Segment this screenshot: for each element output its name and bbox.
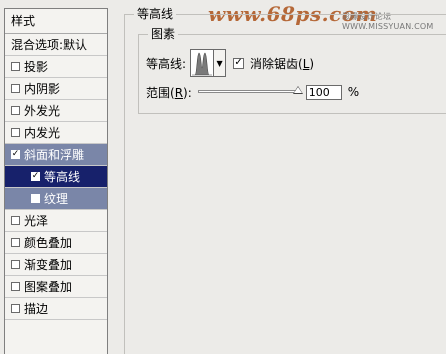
slider-thumb[interactable] bbox=[292, 86, 303, 94]
style-item-gradient-overlay[interactable]: 渐变叠加 bbox=[5, 254, 107, 276]
style-item-outer-glow[interactable]: 外发光 bbox=[5, 100, 107, 122]
style-item-label: 描边 bbox=[24, 301, 49, 316]
style-item-inner-shadow[interactable]: 内阴影 bbox=[5, 78, 107, 100]
style-checkbox[interactable] bbox=[11, 106, 20, 115]
style-item-label: 颜色叠加 bbox=[24, 235, 73, 250]
style-item-label: 渐变叠加 bbox=[24, 257, 73, 272]
style-item-color-overlay[interactable]: 颜色叠加 bbox=[5, 232, 107, 254]
range-row: 范围(R): 100 % bbox=[146, 84, 359, 100]
style-checkbox[interactable] bbox=[11, 216, 20, 225]
style-item-inner-glow[interactable]: 内发光 bbox=[5, 122, 107, 144]
style-item-satin[interactable]: 光泽 bbox=[5, 210, 107, 232]
style-item-label: 内阴影 bbox=[24, 81, 61, 96]
slider-track[interactable] bbox=[197, 90, 298, 93]
style-item-label: 投影 bbox=[24, 59, 49, 74]
style-checkbox[interactable] bbox=[11, 84, 20, 93]
style-checkbox[interactable] bbox=[11, 62, 20, 71]
anti-alias-label: 消除锯齿(L) bbox=[250, 56, 315, 71]
style-item-label: 光泽 bbox=[24, 213, 49, 228]
style-item-stroke[interactable]: 描边 bbox=[5, 298, 107, 320]
blend-options-label: 混合选项:默认 bbox=[11, 37, 88, 52]
range-label: 范围(R): bbox=[146, 85, 192, 100]
anti-alias-option[interactable]: ✓ 消除锯齿(L) bbox=[233, 55, 314, 72]
style-checkbox[interactable] bbox=[11, 128, 20, 137]
range-unit: % bbox=[347, 85, 360, 99]
blend-options-item[interactable]: 混合选项:默认 bbox=[5, 34, 107, 56]
contour-dropdown-button[interactable]: ▼ bbox=[214, 49, 227, 77]
style-item-label: 等高线 bbox=[44, 169, 81, 184]
style-item-label: 外发光 bbox=[24, 103, 61, 118]
range-input[interactable]: 100 bbox=[305, 84, 342, 100]
styles-header[interactable]: 样式 bbox=[5, 9, 107, 34]
anti-alias-checkbox[interactable]: ✓ bbox=[233, 57, 245, 69]
style-item-label: 斜面和浮雕 bbox=[24, 147, 85, 162]
style-item-contour[interactable]: ✓ 等高线 bbox=[5, 166, 107, 188]
style-checkbox[interactable] bbox=[11, 304, 20, 313]
style-item-label: 内发光 bbox=[24, 125, 61, 140]
style-checkbox-checked[interactable]: ✓ bbox=[31, 172, 40, 181]
style-item-label: 图案叠加 bbox=[24, 279, 73, 294]
chevron-down-icon: ▼ bbox=[216, 58, 223, 68]
style-item-drop-shadow[interactable]: 投影 bbox=[5, 56, 107, 78]
contour-settings-area: 等高线 图素 等高线: ▼ ✓ 消除锯齿(L) 范围(R): 100 % bbox=[124, 0, 446, 354]
style-item-label: 纹理 bbox=[44, 191, 69, 206]
style-checkbox[interactable] bbox=[11, 238, 20, 247]
contour-curve-picker[interactable] bbox=[190, 49, 215, 77]
style-checkbox[interactable] bbox=[11, 282, 20, 291]
contour-row: 等高线: ▼ ✓ 消除锯齿(L) bbox=[146, 48, 314, 78]
styles-list-panel: 样式 混合选项:默认 投影 内阴影 外发光 内发光 ✓ 斜面和浮雕 ✓ 等高线 … bbox=[4, 8, 108, 354]
section-title: 等高线 bbox=[134, 7, 177, 21]
style-item-texture[interactable]: 纹理 bbox=[5, 188, 107, 210]
style-checkbox[interactable] bbox=[31, 194, 40, 203]
style-item-pattern-overlay[interactable]: 图案叠加 bbox=[5, 276, 107, 298]
contour-label: 等高线: bbox=[146, 56, 187, 71]
style-checkbox-checked[interactable]: ✓ bbox=[11, 150, 20, 159]
style-checkbox[interactable] bbox=[11, 260, 20, 269]
range-slider[interactable] bbox=[197, 84, 303, 100]
contour-curve-icon bbox=[192, 52, 213, 76]
group-title: 图素 bbox=[148, 27, 179, 41]
style-item-bevel-emboss[interactable]: ✓ 斜面和浮雕 bbox=[5, 144, 107, 166]
